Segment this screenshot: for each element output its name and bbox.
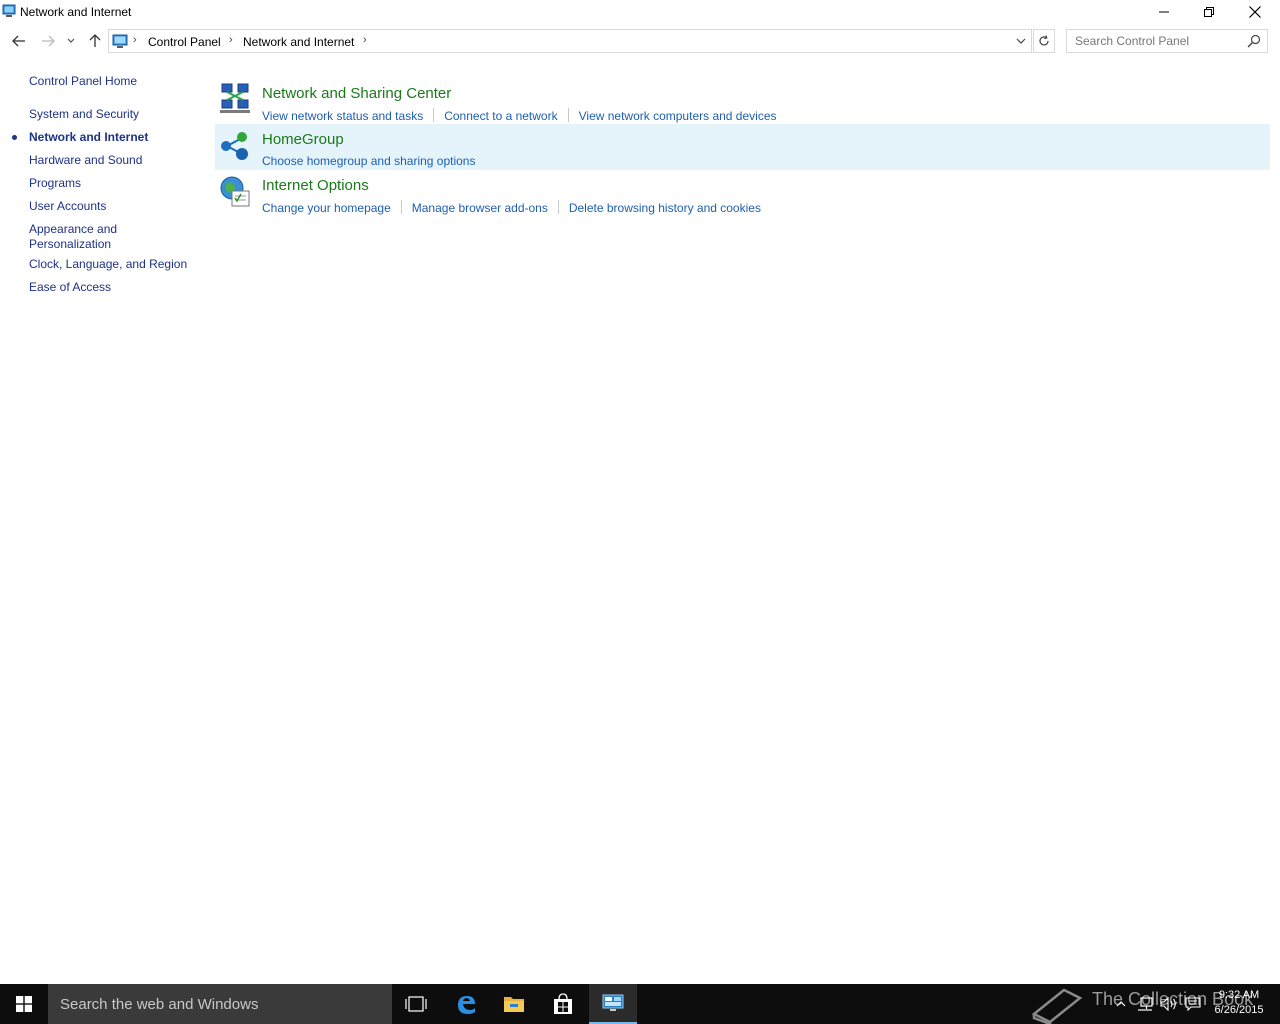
network-and-sharing-center-link[interactable]: Network and Sharing Center — [262, 85, 451, 102]
arrow-right-icon — [42, 35, 55, 47]
file-explorer-button[interactable] — [490, 984, 538, 1024]
nav-control-panel-home[interactable]: Control Panel Home — [29, 74, 137, 89]
show-hidden-icons-button[interactable] — [1112, 984, 1130, 1024]
section-homegroup: HomeGroup Choose homegroup and sharing o… — [215, 124, 1270, 170]
search-box[interactable] — [1066, 29, 1268, 53]
nav-appearance-and-personalization-line2[interactable]: Personalization — [29, 237, 111, 252]
restore-icon — [1204, 7, 1214, 17]
internet-options-icon — [220, 176, 250, 207]
chevron-down-icon — [1016, 38, 1026, 44]
view-network-status-link[interactable]: View network status and tasks — [262, 109, 423, 123]
close-button[interactable] — [1232, 0, 1278, 24]
homegroup-link[interactable]: HomeGroup — [262, 131, 344, 148]
control-panel-icon — [2, 4, 16, 17]
choose-homegroup-options-link[interactable]: Choose homegroup and sharing options — [262, 154, 475, 168]
up-button[interactable] — [84, 30, 106, 52]
address-dropdown-button[interactable] — [1014, 34, 1028, 48]
section-links: Change your homepage Manage browser add-o… — [262, 200, 761, 216]
refresh-icon — [1039, 35, 1049, 46]
breadcrumb-control-panel[interactable]: Control Panel — [148, 35, 221, 49]
edge-browser-icon — [458, 996, 475, 1014]
section-internet-options: Internet Options Change your homepage Man… — [215, 170, 1270, 216]
clock-time: 9:32 AM — [1218, 989, 1260, 1001]
nav-programs[interactable]: Programs — [29, 176, 81, 191]
folder-icon — [504, 997, 524, 1012]
control-panel-taskbar-button[interactable] — [589, 984, 637, 1024]
network-tray-button[interactable] — [1134, 984, 1156, 1024]
breadcrumb-separator[interactable]: › — [229, 34, 233, 46]
navigation-bar: › Control Panel › Network and Internet › — [0, 28, 1280, 54]
nav-clock-language-and-region[interactable]: Clock, Language, and Region — [29, 257, 187, 272]
arrow-up-icon — [89, 34, 101, 47]
link-separator — [400, 200, 402, 214]
change-homepage-link[interactable]: Change your homepage — [262, 201, 391, 215]
control-panel-icon — [602, 994, 624, 1011]
delete-browsing-history-link[interactable]: Delete browsing history and cookies — [569, 201, 761, 215]
nav-user-accounts[interactable]: User Accounts — [29, 199, 106, 214]
link-separator — [567, 108, 569, 122]
connect-to-network-link[interactable]: Connect to a network — [444, 109, 557, 123]
restore-button[interactable] — [1186, 0, 1232, 24]
nav-appearance-and-personalization[interactable]: Appearance and — [29, 222, 117, 237]
active-item-bullet — [12, 135, 17, 140]
section-links: Choose homegroup and sharing options — [262, 154, 475, 170]
address-bar[interactable]: › Control Panel › Network and Internet › — [108, 29, 1032, 53]
task-view-button[interactable] — [392, 984, 440, 1024]
back-button[interactable] — [8, 30, 30, 52]
close-icon — [1249, 6, 1261, 18]
breadcrumb-separator[interactable]: › — [133, 34, 137, 46]
minimize-icon — [1159, 11, 1169, 13]
link-separator — [433, 108, 435, 122]
store-bag-icon — [554, 993, 572, 1014]
refresh-button[interactable] — [1033, 29, 1055, 53]
nav-network-and-internet[interactable]: Network and Internet — [29, 130, 148, 145]
breadcrumb-network-and-internet[interactable]: Network and Internet — [243, 35, 354, 49]
window-title: Network and Internet — [20, 5, 132, 19]
view-network-computers-link[interactable]: View network computers and devices — [579, 109, 777, 123]
minimize-button[interactable] — [1141, 0, 1187, 24]
book-icon — [1031, 988, 1083, 1024]
chevron-up-icon — [1116, 1001, 1126, 1007]
volume-tray-button[interactable] — [1158, 984, 1180, 1024]
forward-button[interactable] — [37, 30, 59, 52]
taskbar-search-box[interactable]: Search the web and Windows — [48, 984, 392, 1024]
search-input[interactable] — [1067, 30, 1243, 52]
internet-options-link[interactable]: Internet Options — [262, 177, 369, 194]
recent-locations-button[interactable] — [62, 30, 80, 52]
link-separator — [557, 200, 559, 214]
start-button[interactable] — [0, 984, 48, 1024]
section-links: View network status and tasks Connect to … — [262, 108, 777, 124]
taskbar-clock[interactable]: 9:32 AM 6/26/2015 — [1206, 988, 1272, 1018]
breadcrumb-separator[interactable]: › — [363, 34, 367, 46]
taskbar-search-placeholder: Search the web and Windows — [60, 996, 259, 1013]
clock-date: 6/26/2015 — [1214, 1004, 1264, 1016]
nav-system-and-security[interactable]: System and Security — [29, 107, 139, 122]
control-panel-icon — [112, 34, 128, 48]
speaker-icon — [1160, 997, 1176, 1011]
title-bar: Network and Internet — [0, 0, 1280, 24]
chevron-down-icon — [67, 38, 75, 43]
store-button[interactable] — [539, 984, 587, 1024]
message-icon — [1185, 997, 1201, 1011]
nav-hardware-and-sound[interactable]: Hardware and Sound — [29, 153, 142, 168]
edge-button[interactable] — [442, 984, 490, 1024]
section-network-and-sharing-center: Network and Sharing Center View network … — [215, 78, 1270, 124]
windows-logo-icon — [16, 996, 32, 1012]
action-center-button[interactable] — [1182, 984, 1204, 1024]
network-icon — [1138, 997, 1153, 1011]
nav-ease-of-access[interactable]: Ease of Access — [29, 280, 111, 295]
taskbar: Search the web and Windows The Collectio… — [0, 984, 1280, 1024]
network-sharing-icon — [220, 83, 250, 113]
homegroup-icon — [221, 132, 248, 160]
search-icon[interactable] — [1247, 34, 1261, 48]
task-view-icon — [405, 996, 427, 1012]
arrow-left-icon — [12, 35, 25, 47]
manage-browser-addons-link[interactable]: Manage browser add-ons — [412, 201, 548, 215]
